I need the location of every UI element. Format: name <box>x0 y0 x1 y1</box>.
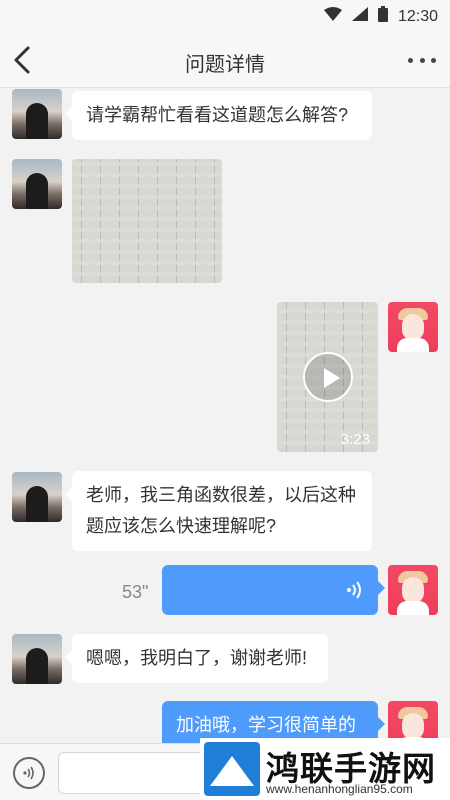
voice-message[interactable] <box>162 565 385 615</box>
message-bubble[interactable]: 老师，我三角函数很差，以后这种 题应该怎么快速理解呢? <box>65 471 372 551</box>
message-text-line: 题应该怎么快速理解呢? <box>86 516 277 536</box>
wifi-icon <box>323 7 342 26</box>
voice-toggle-button[interactable] <box>13 757 45 789</box>
avatar[interactable] <box>12 634 62 684</box>
signal-icon <box>351 7 368 26</box>
message-text-line: 老师，我三角函数很差，以后这种 <box>86 485 356 505</box>
video-duration: 3:23 <box>340 431 370 448</box>
watermark: 鸿联手游网 www.henanhonglian95.com <box>200 738 450 800</box>
avatar[interactable] <box>388 565 438 615</box>
video-message[interactable]: 3:23 <box>277 302 378 452</box>
message-bubble[interactable]: 请学霸帮忙看看这道题怎么解答? <box>65 91 372 140</box>
page-title: 问题详情 <box>185 54 265 76</box>
message-text: 嗯嗯，我明白了，谢谢老师! <box>86 648 307 668</box>
message-text: 请学霸帮忙看看这道题怎么解答? <box>86 105 349 125</box>
avatar[interactable] <box>12 89 62 139</box>
avatar[interactable] <box>388 701 438 743</box>
message-bubble[interactable]: 嗯嗯，我明白了，谢谢老师! <box>65 634 328 683</box>
watermark-logo <box>204 742 260 796</box>
more-dots-icon <box>408 57 413 63</box>
avatar[interactable] <box>12 159 62 209</box>
voice-duration: 53" <box>122 582 149 602</box>
voice-wave-icon <box>346 579 362 610</box>
avatar[interactable] <box>12 472 62 522</box>
image-message[interactable] <box>72 159 222 283</box>
status-bar: 12:30 <box>0 0 450 32</box>
play-icon[interactable] <box>303 352 353 402</box>
status-time: 12:30 <box>397 7 438 25</box>
nav-bar: 问题详情 <box>0 32 450 88</box>
watermark-url: www.henanhonglian95.com <box>266 782 413 796</box>
status-icons: 12:30 <box>323 6 438 27</box>
voice-icon <box>23 766 34 780</box>
message-bubble[interactable]: 加油哦，学习很简单的~ <box>162 701 385 743</box>
avatar[interactable] <box>388 302 438 352</box>
battery-icon <box>377 6 388 27</box>
chat-list[interactable]: 请学霸帮忙看看这道题怎么解答? 3:23 老师，我三角函数很差，以后这种 题应该… <box>0 89 450 743</box>
more-button[interactable] <box>408 48 436 72</box>
